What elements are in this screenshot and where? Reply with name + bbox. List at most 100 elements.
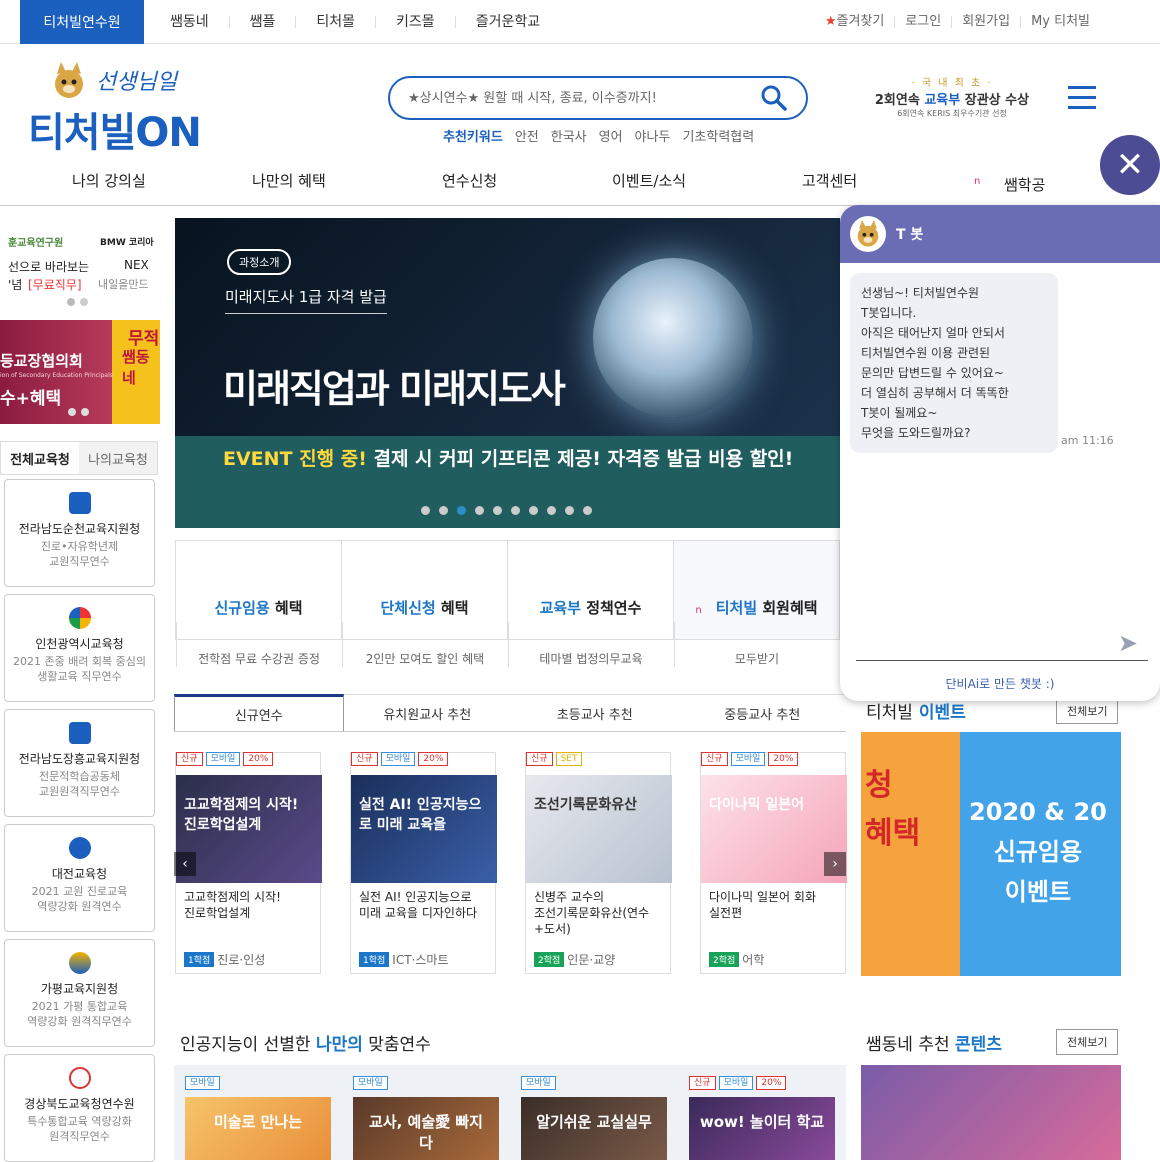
- banner-dot[interactable]: [81, 408, 89, 416]
- menu-icon[interactable]: [1068, 86, 1096, 110]
- chatbot-close-button[interactable]: ✕: [1100, 135, 1160, 195]
- course-name: 실전 AI! 인공지능으로 미래 교육을 디자인하다: [359, 890, 478, 920]
- carousel-next-button[interactable]: ›: [824, 852, 846, 876]
- course-thumbnail[interactable]: 실전 AI! 인공지능으로 미래 교육을: [351, 775, 497, 883]
- family-link-ssampl[interactable]: 쌤플: [228, 15, 296, 29]
- benefit-new-teacher[interactable]: 신규임용 혜택 전학점 무료 수강권 증정: [176, 541, 341, 667]
- office-card[interactable]: 대전교육청 2021 교원 진로교육 역량강화 원격연수: [4, 824, 155, 932]
- side-banner-principal[interactable]: 등교장협의회 ion of Secondary Education Princi…: [0, 320, 160, 424]
- thumbnail-text: 고교학점제의 시작! 진로학업설계: [184, 797, 299, 833]
- tab-kindergarten[interactable]: 유치원교사 추천: [343, 694, 511, 731]
- office-card[interactable]: 가평교육지원청 2021 가평 통합교육 역량강화 원격직무연수: [4, 939, 155, 1047]
- family-link-happyschool[interactable]: 즐거운학교: [454, 15, 560, 29]
- tab-secondary[interactable]: 중등교사 추천: [678, 694, 846, 731]
- nav-customer-center[interactable]: 고객센터: [802, 170, 857, 191]
- slide-dot[interactable]: [439, 506, 448, 515]
- sam-content-image[interactable]: [861, 1065, 1121, 1160]
- my-teacherville-link[interactable]: My 티처빌: [1020, 15, 1100, 28]
- signup-link[interactable]: 회원가입: [951, 15, 1020, 28]
- carousel-prev-button[interactable]: ‹: [174, 852, 196, 876]
- ai-course-card[interactable]: 교사, 예술愛 빠지다: [353, 1097, 499, 1160]
- course-thumbnail[interactable]: 고교학점제의 시작! 진로학업설계: [176, 775, 322, 883]
- sam-more-button[interactable]: 전체보기: [1056, 1029, 1119, 1055]
- keyword-link[interactable]: 기초학력협력: [682, 126, 754, 145]
- event-heading: 티처빌 이벤트: [866, 698, 966, 723]
- family-link-teachermall[interactable]: 티처몰: [295, 15, 375, 29]
- slide-dot[interactable]: [421, 506, 430, 515]
- chat-input[interactable]: [856, 623, 1116, 659]
- course-card[interactable]: 신규 모바일 20% 실전 AI! 인공지능으로 미래 교육을 실전 AI! 인공지능으…: [350, 752, 497, 974]
- slide-dot[interactable]: [457, 506, 466, 515]
- mini-tags: 모바일: [521, 1076, 556, 1090]
- keyword-link[interactable]: 안전: [515, 126, 539, 145]
- course-tag: 20%: [768, 752, 799, 766]
- slide-dot[interactable]: [493, 506, 502, 515]
- benefit-rest: 혜택: [269, 599, 303, 617]
- slide-dot[interactable]: [529, 506, 538, 515]
- send-icon[interactable]: ➤: [1118, 629, 1138, 657]
- course-tag: 20%: [756, 1076, 787, 1090]
- office-card[interactable]: 전라남도순천교육지원청 진로•자유학년제 교원직무연수: [4, 479, 155, 587]
- course-tag: 모바일: [521, 1076, 556, 1090]
- benefit-sub: 테마별 법정의무교육: [508, 622, 673, 667]
- ai-course-card[interactable]: 미술로 만나는: [185, 1097, 331, 1160]
- tab-new-courses[interactable]: 신규연수: [174, 694, 344, 731]
- event-banner[interactable]: 청 혜택 2020 & 20 신규임용 이벤트: [861, 732, 1121, 976]
- slide-dot[interactable]: [565, 506, 574, 515]
- nav-my-benefits[interactable]: 나만의 혜택: [252, 170, 326, 191]
- office-card[interactable]: 인천광역시교육청 2021 존중 배려 회복 중심의 생활교육 직무연수: [4, 594, 155, 702]
- tab-elementary[interactable]: 초등교사 추천: [511, 694, 679, 731]
- hero-banner[interactable]: 과정소개 미래지도사 1급 자격 발급 미래직업과 미래지도사 EVENT 진행…: [175, 218, 840, 528]
- banner-dot[interactable]: [67, 298, 75, 306]
- keyword-link[interactable]: 야나두: [635, 126, 671, 145]
- banner-dot[interactable]: [80, 298, 88, 306]
- course-card[interactable]: 신규 모바일 20% 고교학점제의 시작! 진로학업설계 고교학점제의 시작! 진로학업…: [175, 752, 322, 974]
- slide-dot[interactable]: [511, 506, 520, 515]
- sam-title-hl: 콘텐츠: [955, 1035, 1002, 1055]
- ai-course-card[interactable]: wow! 놀이터 학교: [689, 1097, 835, 1160]
- nav-enroll[interactable]: 연수신청: [442, 170, 497, 191]
- login-link[interactable]: 로그인: [894, 15, 951, 28]
- nav-events[interactable]: 이벤트/소식: [612, 170, 686, 191]
- search-input[interactable]: [408, 90, 760, 106]
- ai-title-hl: 나만의: [315, 1035, 363, 1055]
- bookmark-link[interactable]: ★즐겨찾기: [815, 15, 895, 28]
- office-desc: 2021 가평 통합교육 역량강화 원격직무연수: [27, 1000, 132, 1028]
- keyword-link[interactable]: 한국사: [551, 126, 587, 145]
- tab-my-office[interactable]: 나의교육청: [79, 442, 157, 474]
- slide-dot[interactable]: [547, 506, 556, 515]
- ai-title-pre: 인공지능이 선별한: [180, 1035, 316, 1055]
- event-more-button[interactable]: 전체보기: [1056, 698, 1119, 724]
- slide-dot[interactable]: [583, 506, 592, 515]
- site-logo[interactable]: 티처빌ON: [28, 100, 202, 158]
- office-card[interactable]: 전라남도장흥교육지원청 전문적학습공동체 교원원격직무연수: [4, 709, 155, 817]
- course-tag: 모바일: [185, 1076, 220, 1090]
- office-emblem-icon: [68, 1067, 91, 1089]
- benefit-member[interactable]: n 티처빌 회원혜택 모두받기: [673, 541, 839, 667]
- search-icon[interactable]: [760, 84, 788, 112]
- benefit-sub: 2인만 모여도 할인 혜택: [342, 622, 507, 667]
- nav-my-classroom[interactable]: 나의 강의실: [72, 170, 146, 191]
- office-desc: 2021 존중 배려 회복 중심의 생활교육 직무연수: [12, 655, 147, 683]
- banner-left-text2: '념: [8, 278, 23, 292]
- brand-tab[interactable]: 티처빌연수원: [20, 0, 144, 44]
- office-name: 대전교육청: [51, 867, 108, 881]
- benefit-group[interactable]: 단체신청 혜택 2인만 모여도 할인 혜택: [341, 541, 507, 667]
- course-thumbnail[interactable]: 조선기록문화유산: [526, 775, 672, 883]
- course-card[interactable]: 신규 SET 조선기록문화유산 신병주 교수의 조선기록문화유산(연수 +도서) 2학점…: [525, 752, 672, 974]
- course-name: 다이나믹 일본어 회화 실전편: [709, 890, 816, 920]
- keyword-link[interactable]: 영어: [599, 126, 623, 145]
- tab-all-offices[interactable]: 전체교육청: [1, 442, 79, 474]
- slide-dot[interactable]: [475, 506, 484, 515]
- nav-ssam-school[interactable]: 쌤학공: [1004, 174, 1045, 195]
- benefit-ministry[interactable]: 교육부 정책연수 테마별 법정의무교육: [507, 541, 673, 667]
- mini-card-text: wow! 놀이터 학교: [699, 1113, 825, 1131]
- family-link-kidsmall[interactable]: 키즈몰: [375, 15, 455, 29]
- banner-dot[interactable]: [68, 408, 76, 416]
- benefit-hl: 교육부: [539, 599, 581, 617]
- side-banner-partners[interactable]: 훈교육연구원 BMW 코리아 선으로 바라보는 '념 [무료직무] NEX 내일…: [0, 230, 160, 312]
- mascot-icon: [52, 62, 86, 100]
- family-link-ssamdongne[interactable]: 쌤동네: [150, 15, 229, 29]
- ai-course-card[interactable]: 알기쉬운 교실실무: [521, 1097, 667, 1160]
- office-card[interactable]: 경상북도교육청연수원 특수통합교육 역량강화 원격직무연수: [4, 1054, 155, 1162]
